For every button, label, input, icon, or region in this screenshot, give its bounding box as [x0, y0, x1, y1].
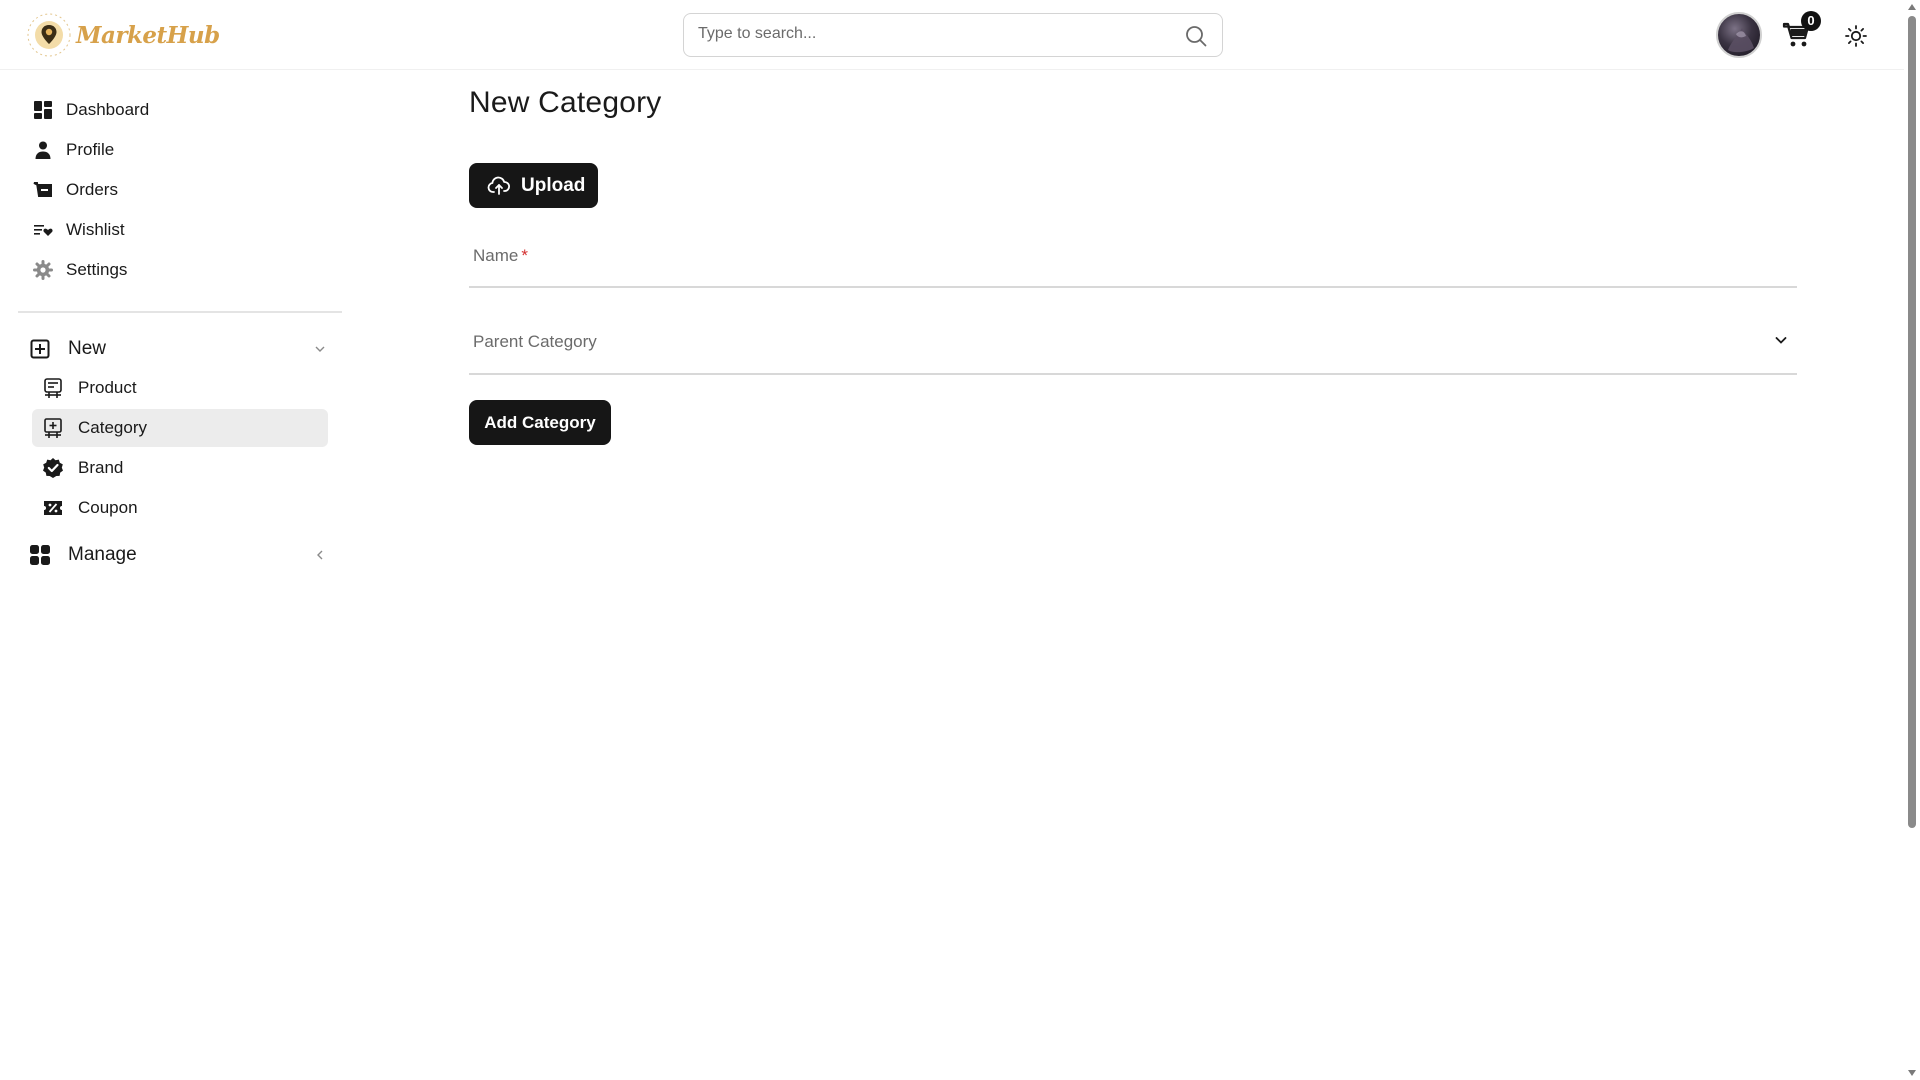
avatar-image-icon [1728, 28, 1754, 53]
sidebar-subitem-brand[interactable]: Brand [32, 449, 328, 487]
sidebar-item-settings[interactable]: Settings [18, 250, 342, 290]
brand-name: MarketHub [76, 21, 220, 49]
chevron-down-icon[interactable] [310, 339, 330, 359]
required-mark: * [521, 246, 528, 265]
user-icon [32, 139, 54, 161]
sidebar-group-label: Manage [68, 544, 137, 565]
sidebar-subitem-label: Product [78, 378, 137, 397]
search-input[interactable] [698, 14, 1178, 54]
sidebar-subitem-label: Coupon [78, 498, 138, 517]
sidebar-item-label: Wishlist [66, 220, 125, 239]
plus-square-icon [28, 337, 52, 361]
search-icon[interactable] [1184, 24, 1208, 48]
sidebar-subitem-product[interactable]: Product [32, 369, 328, 407]
page-title: New Category [469, 86, 662, 119]
sidebar-item-label: Dashboard [66, 100, 150, 119]
sidebar-item-dashboard[interactable]: Dashboard [18, 90, 342, 130]
sidebar-item-label: Profile [66, 140, 115, 159]
sidebar-subitem-coupon[interactable]: Coupon [32, 489, 328, 527]
badge-check-icon [42, 457, 64, 479]
sidebar-item-profile[interactable]: Profile [18, 130, 342, 170]
name-field[interactable]: Name * [469, 246, 1797, 288]
sidebar-item-orders[interactable]: Orders [18, 170, 342, 210]
coupon-icon [42, 497, 64, 519]
parent-category-select[interactable]: Parent Category [469, 332, 1797, 375]
sidebar-group-new[interactable]: New [18, 329, 342, 369]
cart-count-badge: 0 [1801, 11, 1821, 31]
name-field-label: Name * [473, 246, 528, 266]
logo-mark-icon [27, 13, 71, 57]
top-header: MarketHub 0 [0, 0, 1904, 70]
sidebar-subitem-category[interactable]: Category [32, 409, 328, 447]
sidebar-item-label: Settings [66, 260, 128, 279]
sidebar-item-wishlist[interactable]: Wishlist [18, 210, 342, 250]
product-icon [42, 377, 64, 399]
upload-button[interactable]: Upload [469, 163, 598, 208]
sidebar-group-manage[interactable]: Manage [18, 535, 342, 575]
upload-button-label: Upload [521, 174, 586, 196]
cloud-upload-icon [487, 176, 510, 195]
scroll-down-arrow-icon[interactable] [1908, 1070, 1916, 1076]
main-content: New Category Upload Name * Parent Categor… [469, 86, 1797, 445]
scroll-up-arrow-icon[interactable] [1908, 4, 1916, 10]
name-label-text: Name [473, 246, 519, 265]
sidebar-subitem-label: Category [78, 418, 147, 437]
scrollbar-thumb[interactable] [1908, 16, 1916, 828]
page-scrollbar[interactable] [1904, 0, 1920, 1080]
brand-logo[interactable]: MarketHub [26, 12, 220, 58]
sidebar-subitem-label: Brand [78, 458, 124, 477]
avatar[interactable] [1716, 12, 1762, 58]
gear-icon [32, 259, 54, 281]
wishlist-icon [32, 219, 54, 241]
parent-category-label: Parent Category [473, 332, 597, 351]
sidebar-item-label: Orders [66, 180, 118, 199]
add-category-button[interactable]: Add Category [469, 400, 611, 445]
orders-basket-icon [32, 179, 54, 201]
sidebar-divider [18, 311, 342, 313]
chevron-down-icon [1775, 337, 1787, 344]
grid-icon [28, 543, 52, 567]
sidebar-group-label: New [68, 338, 107, 359]
sidebar: Dashboard Profile Orders Wishlist Settin… [18, 90, 342, 575]
category-icon [42, 417, 64, 439]
sun-icon[interactable] [1844, 24, 1868, 48]
chevron-left-icon[interactable] [310, 545, 330, 565]
dashboard-icon [32, 99, 54, 121]
search-box [683, 13, 1223, 57]
